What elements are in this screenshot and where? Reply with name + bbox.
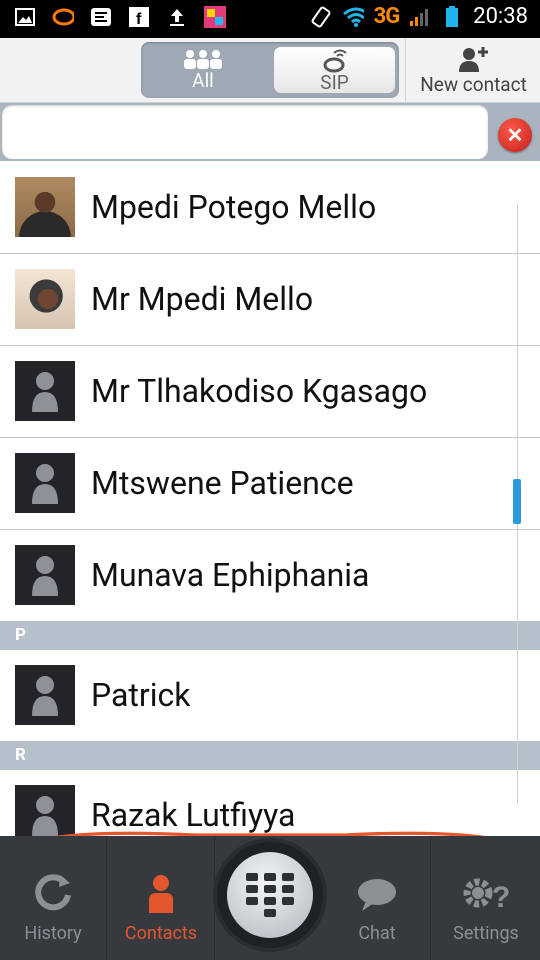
dialpad-button[interactable] <box>217 842 323 948</box>
facebook-icon: f <box>128 6 150 28</box>
tab-chat[interactable]: Chat <box>324 836 431 960</box>
tab-history-label: History <box>24 923 82 944</box>
person-icon <box>149 875 173 913</box>
search-input[interactable] <box>2 105 488 159</box>
avatar <box>15 269 75 329</box>
avatar-placeholder-icon <box>15 453 75 513</box>
tab-chat-label: Chat <box>358 923 396 944</box>
contact-name: Mtswene Patience <box>91 464 354 502</box>
download-notification-icon <box>90 6 112 28</box>
history-icon <box>35 874 71 911</box>
contact-name: Mr Mpedi Mello <box>91 280 314 318</box>
contacts-toolbar: All SIP New contact <box>0 38 540 103</box>
wifi-icon <box>342 6 364 28</box>
search-bar: ✕ <box>0 103 540 161</box>
battery-icon <box>441 5 463 28</box>
new-contact-button[interactable]: New contact <box>405 38 540 102</box>
tab-settings[interactable]: ? Settings <box>432 836 540 960</box>
avatar-placeholder-icon <box>15 665 75 725</box>
svg-text:?: ? <box>492 881 510 913</box>
chat-bubble-icon <box>358 879 396 911</box>
contact-name: Mr Tlhakodiso Kgasago <box>91 372 428 410</box>
dialpad-icon <box>246 873 294 917</box>
tab-contacts[interactable]: Contacts <box>108 836 215 960</box>
tab-settings-label: Settings <box>453 923 519 944</box>
vibrate-icon <box>310 6 332 28</box>
game-notification-icon <box>204 6 226 28</box>
status-bar: f 3G 20:38 <box>0 0 540 38</box>
contact-filter-segmented: All SIP <box>141 42 399 98</box>
avatar-placeholder-icon <box>15 361 75 421</box>
svg-text:f: f <box>136 11 142 27</box>
list-item[interactable]: Mr Tlhakodiso Kgasago <box>0 346 540 438</box>
gear-help-icon: ? <box>463 878 510 913</box>
add-person-icon <box>458 47 488 72</box>
contact-name: Munava Ephiphania <box>91 556 370 594</box>
scrollbar-thumb[interactable] <box>513 479 521 524</box>
filter-all-button[interactable]: All <box>141 42 265 98</box>
filter-sip-button[interactable]: SIP <box>274 47 395 93</box>
list-item[interactable]: Patrick <box>0 650 540 741</box>
tab-history[interactable]: History <box>0 836 107 960</box>
tab-contacts-label: Contacts <box>124 923 198 944</box>
list-item[interactable]: Mpedi Potego Mello <box>0 162 540 254</box>
list-item[interactable]: Mr Mpedi Mello <box>0 254 540 346</box>
group-icon <box>184 50 222 69</box>
contact-list[interactable]: Mpedi Potego Mello Mr Mpedi Mello Mr Tlh… <box>0 162 540 842</box>
gallery-icon <box>14 6 36 28</box>
filter-all-label: All <box>192 69 214 92</box>
app-notification-icon <box>52 6 74 28</box>
contact-name: Mpedi Potego Mello <box>91 188 377 226</box>
close-icon: ✕ <box>506 123 524 147</box>
filter-sip-label: SIP <box>320 71 349 94</box>
section-header-r: R <box>0 741 540 770</box>
avatar-placeholder-icon <box>15 545 75 605</box>
list-item[interactable]: Munava Ephiphania <box>0 530 540 621</box>
new-contact-label: New contact <box>420 73 527 96</box>
signal-icon <box>409 6 431 28</box>
sip-icon <box>323 49 347 73</box>
upload-icon <box>166 6 188 28</box>
clock: 20:38 <box>473 4 528 29</box>
avatar <box>15 177 75 237</box>
network-type: 3G <box>373 4 401 29</box>
clear-search-button[interactable]: ✕ <box>498 118 532 152</box>
section-header-p: P <box>0 621 540 650</box>
list-item[interactable]: Mtswene Patience <box>0 438 540 530</box>
contact-name: Patrick <box>91 676 191 714</box>
